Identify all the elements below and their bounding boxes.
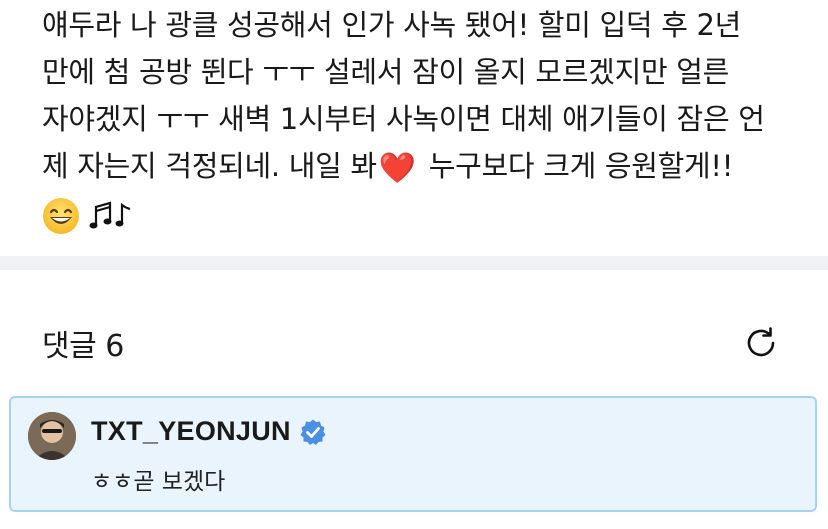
post-text-segment: 제 자는지 걱정되네. 내일 봐 <box>42 149 377 183</box>
comment-author-row: TXT_YEONJUN <box>91 416 327 447</box>
avatar[interactable] <box>28 412 76 460</box>
post-text-line-with-heart: 제 자는지 걱정되네. 내일 봐❤️ 누구보다 크게 응원할게!! <box>42 143 812 192</box>
comments-count-title: 댓글 6 <box>42 329 124 364</box>
emoji-row <box>42 192 812 239</box>
post-text-line: 자야겠지 ㅜㅜ 새벽 1시부터 사녹이면 대체 애기들이 잠은 언 <box>42 102 765 136</box>
heart-icon: ❤️ <box>378 151 416 186</box>
verified-badge-icon <box>300 419 326 445</box>
musical-notes-icon <box>89 201 131 228</box>
section-divider <box>0 256 828 270</box>
highlighted-comment[interactable]: TXT_YEONJUN ㅎㅎ곧 보겠다 <box>9 396 817 512</box>
post-body: 얘두라 나 광클 성공해서 인가 사녹 됐어! 할미 입덕 후 2년 만에 첨 … <box>42 0 812 239</box>
post-text-line: 만에 첨 공방 뛴다 ㅜㅜ 설레서 잠이 올지 모르겠지만 얼른 <box>42 55 730 89</box>
post-text-segment: 누구보다 크게 응원할게!! <box>419 149 734 183</box>
comment-author-name[interactable]: TXT_YEONJUN <box>91 416 291 447</box>
post-text-line: 얘두라 나 광클 성공해서 인가 사녹 됐어! 할미 입덕 후 2년 <box>42 8 742 42</box>
refresh-button[interactable] <box>740 322 782 364</box>
refresh-icon <box>747 327 775 357</box>
grinning-face-icon <box>43 197 79 234</box>
comments-header: 댓글 6 <box>42 318 782 368</box>
comment-text: ㅎㅎ곧 보겠다 <box>91 469 226 495</box>
